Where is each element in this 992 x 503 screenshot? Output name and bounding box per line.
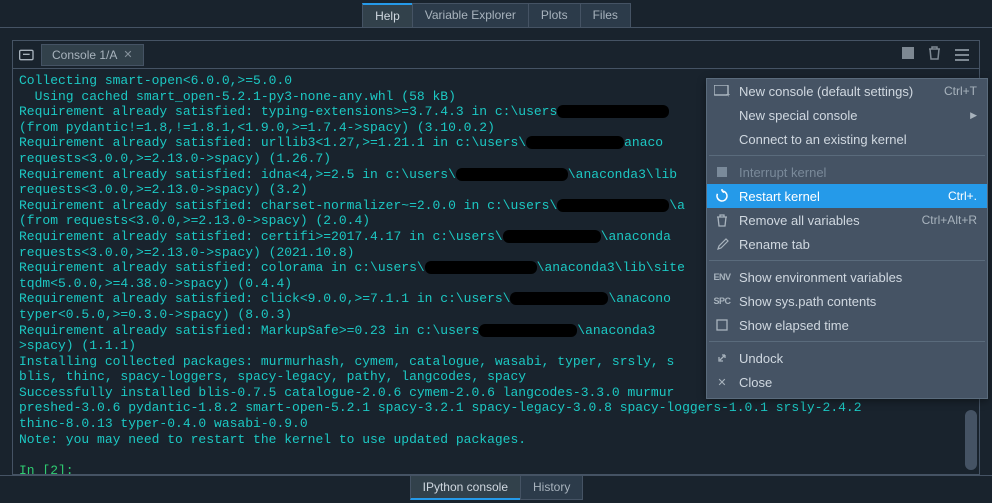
- menu-shortcut: Ctrl+.: [948, 189, 977, 203]
- tab-plots[interactable]: Plots: [528, 3, 581, 27]
- tab-files[interactable]: Files: [580, 3, 631, 27]
- console-context-menu: + New console (default settings) Ctrl+T …: [706, 78, 988, 399]
- new-console-icon[interactable]: [13, 43, 41, 67]
- close-icon: ✕: [713, 374, 731, 390]
- menu-separator: [709, 155, 985, 156]
- blank-icon: [713, 131, 731, 147]
- menu-label: Show environment variables: [739, 270, 902, 285]
- stop-icon[interactable]: [902, 47, 914, 62]
- console-tabbar: Console 1/A ✕: [13, 41, 979, 69]
- close-icon[interactable]: ✕: [123, 48, 132, 61]
- menu-new-special-console[interactable]: New special console: [707, 103, 987, 127]
- menu-undock[interactable]: Undock: [707, 346, 987, 370]
- console-pane-toolbar: [902, 46, 979, 63]
- restart-icon: [713, 188, 731, 204]
- menu-label: Show elapsed time: [739, 318, 849, 333]
- menu-label: Interrupt kernel: [739, 165, 826, 180]
- svg-text:+: +: [726, 90, 730, 97]
- menu-interrupt-kernel: Interrupt kernel: [707, 160, 987, 184]
- menu-connect-kernel[interactable]: Connect to an existing kernel: [707, 127, 987, 151]
- spc-icon: SPC: [713, 293, 731, 309]
- menu-label: Show sys.path contents: [739, 294, 876, 309]
- tab-history[interactable]: History: [520, 476, 583, 500]
- menu-separator: [709, 341, 985, 342]
- menu-label: Remove all variables: [739, 213, 860, 228]
- menu-label: Restart kernel: [739, 189, 820, 204]
- vertical-scrollbar[interactable]: [965, 410, 977, 470]
- menu-show-env-vars[interactable]: ENV Show environment variables: [707, 265, 987, 289]
- tab-help[interactable]: Help: [362, 3, 413, 27]
- menu-show-elapsed[interactable]: Show elapsed time: [707, 313, 987, 337]
- menu-shortcut: Ctrl+Alt+R: [922, 213, 977, 227]
- tab-variable-explorer[interactable]: Variable Explorer: [412, 3, 529, 27]
- hamburger-icon[interactable]: [955, 49, 969, 61]
- env-icon: ENV: [713, 269, 731, 285]
- menu-new-console[interactable]: + New console (default settings) Ctrl+T: [707, 79, 987, 103]
- menu-show-syspath[interactable]: SPC Show sys.path contents: [707, 289, 987, 313]
- menu-label: New special console: [739, 108, 858, 123]
- edit-icon: [713, 236, 731, 252]
- menu-shortcut: Ctrl+T: [944, 84, 977, 98]
- top-pane-tabbar: Help Variable Explorer Plots Files: [0, 0, 992, 28]
- bottom-pane-tabbar: IPython console History: [0, 475, 992, 503]
- blank-icon: [713, 107, 731, 123]
- delete-icon: [713, 212, 731, 228]
- menu-separator: [709, 260, 985, 261]
- delete-icon[interactable]: [928, 46, 941, 63]
- stop-icon: [713, 164, 731, 180]
- new-console-icon: +: [713, 83, 731, 99]
- menu-label: Close: [739, 375, 772, 390]
- menu-restart-kernel[interactable]: Restart kernel Ctrl+.: [707, 184, 987, 208]
- menu-label: Connect to an existing kernel: [739, 132, 907, 147]
- menu-close[interactable]: ✕ Close: [707, 370, 987, 394]
- console-tab[interactable]: Console 1/A ✕: [41, 44, 144, 66]
- tab-ipython-console[interactable]: IPython console: [410, 476, 521, 500]
- checkbox-icon: [713, 317, 731, 333]
- console-tab-label: Console 1/A: [52, 48, 117, 62]
- menu-remove-variables[interactable]: Remove all variables Ctrl+Alt+R: [707, 208, 987, 232]
- menu-label: Rename tab: [739, 237, 810, 252]
- menu-label: New console (default settings): [739, 84, 913, 99]
- undock-icon: [713, 350, 731, 366]
- menu-rename-tab[interactable]: Rename tab: [707, 232, 987, 256]
- menu-label: Undock: [739, 351, 783, 366]
